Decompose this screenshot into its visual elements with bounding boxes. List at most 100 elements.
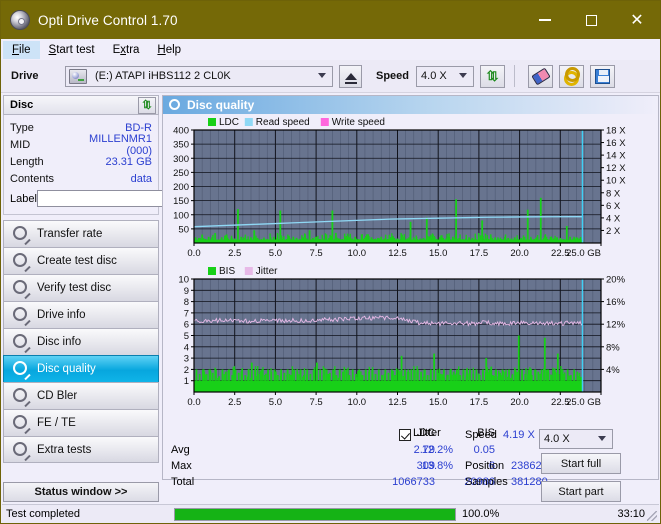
drive-select[interactable]: (E:) ATAPI iHBS112 2 CL0K xyxy=(65,66,333,87)
save-icon xyxy=(595,69,610,84)
y2-tick-label: 16 X xyxy=(606,138,626,149)
y2-tick-label: 10 X xyxy=(606,176,626,187)
legend-swatch xyxy=(245,118,253,126)
window-controls: ✕ xyxy=(522,1,660,39)
progress-percent: 100.0% xyxy=(456,508,556,520)
x-tick-label: 25.0 GB xyxy=(566,397,601,408)
x-tick-label: 15.0 xyxy=(429,248,448,259)
menu-item-help[interactable]: Help xyxy=(148,41,190,59)
disc-row-contents: Contents data xyxy=(10,170,152,187)
sidebar-item-transfer-rate[interactable]: Transfer rate xyxy=(3,220,159,247)
close-button[interactable]: ✕ xyxy=(614,1,660,39)
stats-area: LDC BIS Jitter Avg 2.79 0.05 12.2% Max 3… xyxy=(163,427,658,479)
elapsed-time: 33:10 xyxy=(556,508,659,520)
menu-item-start-test[interactable]: Start test xyxy=(40,41,104,59)
x-tick-label: 10.0 xyxy=(348,397,367,408)
sidebar-item-cd-bler[interactable]: CD Bler xyxy=(3,382,159,409)
maximize-button[interactable] xyxy=(568,1,614,39)
status-window-button[interactable]: Status window >> xyxy=(3,482,159,502)
x-tick-label: 12.5 xyxy=(388,397,407,408)
disc-row-mid: MID MILLENMR1 (000) xyxy=(10,136,152,153)
disc-length-label: Length xyxy=(10,156,76,168)
start-part-button[interactable]: Start part xyxy=(541,481,621,502)
sidebar-item-disc-quality[interactable]: Disc quality xyxy=(3,355,159,382)
refresh-button[interactable]: ⇧ ⇩ xyxy=(480,65,505,88)
drive-label: Drive xyxy=(11,70,65,82)
sidebar-item-label: Extra tests xyxy=(37,444,91,456)
y-tick-label: 4 xyxy=(184,342,189,353)
test-speed-select[interactable]: 4.0 X xyxy=(539,429,613,449)
chevron-down-icon xyxy=(598,436,606,441)
stats-total-ldc: 1066733 xyxy=(363,476,435,488)
legend-swatch xyxy=(245,267,253,275)
menu-item-file[interactable]: FFileile xyxy=(3,41,40,59)
y2-tick-label: 4% xyxy=(606,365,620,376)
stats-max-jitter: 13.8% xyxy=(403,460,453,472)
y-tick-label: 1 xyxy=(184,376,189,387)
disc-refresh-button[interactable]: ⇧ ⇩ xyxy=(138,97,156,114)
menu-item-extra[interactable]: Extra xyxy=(104,41,149,59)
sidebar-item-label: Disc info xyxy=(37,336,81,348)
sidebar-item-extra-tests[interactable]: Extra tests xyxy=(3,436,159,463)
disc-label-label: Label xyxy=(10,193,37,205)
legend-label-read-speed: Read speed xyxy=(256,117,310,128)
result-samples-label: Samples xyxy=(465,476,508,488)
stats-row-max-label: Max xyxy=(171,460,192,472)
erase-button[interactable] xyxy=(528,65,553,88)
disc-contents-value: data xyxy=(76,173,152,185)
legend-label-bis: BIS xyxy=(219,266,235,277)
result-speed-label: Speed xyxy=(465,429,497,441)
speed-select[interactable]: 4.0 X xyxy=(416,66,474,87)
disc-icon xyxy=(12,388,30,404)
save-button[interactable] xyxy=(590,65,615,88)
x-tick-label: 12.5 xyxy=(388,248,407,259)
sidebar-item-disc-info[interactable]: Disc info xyxy=(3,328,159,355)
y-tick-label: 3 xyxy=(184,354,189,365)
drive-icon xyxy=(69,69,87,84)
jitter-checkbox[interactable] xyxy=(399,429,411,441)
y-tick-label: 300 xyxy=(173,154,189,165)
sidebar-item-fe-te[interactable]: FE / TE xyxy=(3,409,159,436)
y-tick-label: 8 xyxy=(184,297,189,308)
sidebar-item-create-test-disc[interactable]: Create test disc xyxy=(3,247,159,274)
sidebar-item-label: Transfer rate xyxy=(37,228,102,240)
start-full-button[interactable]: Start full xyxy=(541,453,621,474)
minimize-button[interactable] xyxy=(522,1,568,39)
x-tick-label: 2.5 xyxy=(228,397,241,408)
disc-length-value: 23.31 GB xyxy=(76,156,152,168)
y2-tick-label: 8 X xyxy=(606,188,621,199)
x-tick-label: 2.5 xyxy=(228,248,241,259)
status-bar: Test completed 100.0% 33:10 xyxy=(2,504,659,523)
x-tick-label: 20.0 xyxy=(510,248,528,259)
disc-panel-header: Disc ⇧ ⇩ xyxy=(3,95,159,115)
disc-mid-label: MID xyxy=(10,139,76,151)
tools-button[interactable] xyxy=(559,65,584,88)
y-tick-label: 400 xyxy=(173,126,189,137)
resize-grip[interactable] xyxy=(647,511,657,521)
stats-row-avg-label: Avg xyxy=(171,444,190,456)
app-window: Opti Drive Control 1.70 ✕ FFileile Start… xyxy=(0,0,661,524)
window-title: Opti Drive Control 1.70 xyxy=(38,13,178,28)
y-tick-label: 9 xyxy=(184,286,189,297)
x-tick-label: 17.5 xyxy=(470,248,489,259)
chevron-down-icon xyxy=(318,73,326,78)
disc-icon xyxy=(12,415,30,431)
x-tick-label: 5.0 xyxy=(269,248,282,259)
y-tick-label: 6 xyxy=(184,320,189,331)
y2-tick-label: 12 X xyxy=(606,163,626,174)
sidebar-item-drive-info[interactable]: Drive info xyxy=(3,301,159,328)
y-tick-label: 100 xyxy=(173,210,189,221)
y2-tick-label: 12% xyxy=(606,320,626,331)
legend-label-ldc: LDC xyxy=(219,117,239,128)
eject-button[interactable] xyxy=(339,65,362,88)
left-column: Disc ⇧ ⇩ Type BD-R MID MILLENMR1 (000) Le… xyxy=(3,95,159,463)
disc-quality-charts: LDC Read speed Write speed5010015020025030… xyxy=(163,114,658,426)
result-speed-value: 4.19 X xyxy=(503,429,535,441)
disc-icon xyxy=(12,307,30,323)
disc-quality-panel: Disc quality LDC Read speed Write speed 50 1… xyxy=(162,95,659,480)
x-tick-label: 0.0 xyxy=(187,248,200,259)
stats-col-jitter: Jitter xyxy=(417,427,441,439)
x-tick-label: 5.0 xyxy=(269,397,282,408)
sidebar-item-verify-test-disc[interactable]: Verify test disc xyxy=(3,274,159,301)
bis-baseline-band xyxy=(194,381,582,392)
